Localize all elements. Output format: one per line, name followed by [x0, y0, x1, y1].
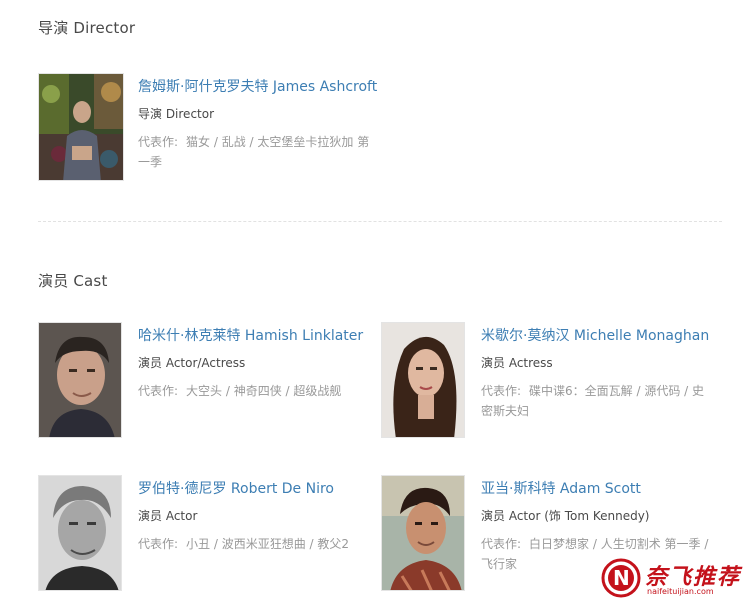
- cast-name-link[interactable]: 亚当·斯科特 Adam Scott: [481, 479, 721, 499]
- director-card: 詹姆斯·阿什克罗夫特 James Ashcroft 导演 Director 代表…: [38, 73, 438, 183]
- cast-works: 代表作: 碟中谍6：全面瓦解 / 源代码 / 史密斯夫妇: [481, 381, 713, 421]
- works-label: 代表作:: [138, 135, 179, 149]
- cast-photo-image: [39, 323, 121, 437]
- cast-section-title: 演员 Cast: [38, 272, 108, 290]
- cast-photo[interactable]: [38, 475, 122, 591]
- cast-photo[interactable]: [38, 322, 122, 438]
- director-role: 导演 Director: [138, 107, 215, 121]
- cast-works: 代表作: 大空头 / 神奇四侠 / 超级战舰: [138, 381, 370, 401]
- works-label: 代表作:: [138, 384, 179, 398]
- cast-name-link[interactable]: 米歇尔·莫纳汉 Michelle Monaghan: [481, 326, 721, 346]
- cast-photo-image: [382, 323, 464, 437]
- section-divider: [38, 221, 722, 222]
- cast-name-link[interactable]: 罗伯特·德尼罗 Robert De Niro: [138, 479, 378, 499]
- cast-photo[interactable]: [381, 475, 465, 591]
- cast-photo-image: [382, 476, 464, 590]
- cast-photo-image: [39, 476, 121, 590]
- director-name-link[interactable]: 詹姆斯·阿什克罗夫特 James Ashcroft: [138, 77, 378, 97]
- logo-url: naifeituijian.com: [647, 587, 714, 596]
- cast-card: 米歇尔·莫纳汉 Michelle Monaghan 演员 Actress 代表作…: [381, 322, 721, 440]
- cast-card: 哈米什·林克莱特 Hamish Linklater 演员 Actor/Actre…: [38, 322, 378, 440]
- works-label: 代表作:: [481, 384, 522, 398]
- cast-name-link[interactable]: 哈米什·林克莱特 Hamish Linklater: [138, 326, 378, 346]
- cast-works: 代表作: 小丑 / 波西米亚狂想曲 / 教父2: [138, 534, 378, 554]
- director-section-title: 导演 Director: [38, 19, 136, 37]
- cast-role: 演员 Actress: [481, 356, 553, 370]
- works-label: 代表作:: [481, 537, 522, 551]
- director-works: 代表作: 猫女 / 乱战 / 太空堡垒卡拉狄加 第一季: [138, 132, 378, 172]
- cast-photo[interactable]: [381, 322, 465, 438]
- works-list: 小丑 / 波西米亚狂想曲 / 教父2: [186, 537, 350, 551]
- logo-letter: N: [613, 566, 630, 590]
- works-list: 大空头 / 神奇四侠 / 超级战舰: [186, 384, 342, 398]
- cast-role: 演员 Actor (饰 Tom Kennedy): [481, 509, 650, 523]
- director-photo-image: [39, 74, 123, 180]
- director-photo[interactable]: [38, 73, 124, 181]
- works-label: 代表作:: [138, 537, 179, 551]
- cast-role: 演员 Actor/Actress: [138, 356, 246, 370]
- cast-card: 罗伯特·德尼罗 Robert De Niro 演员 Actor 代表作: 小丑 /…: [38, 475, 378, 593]
- cast-role: 演员 Actor: [138, 509, 198, 523]
- watermark-logo: N 奈飞推荐 naifeituijian.com: [601, 558, 747, 598]
